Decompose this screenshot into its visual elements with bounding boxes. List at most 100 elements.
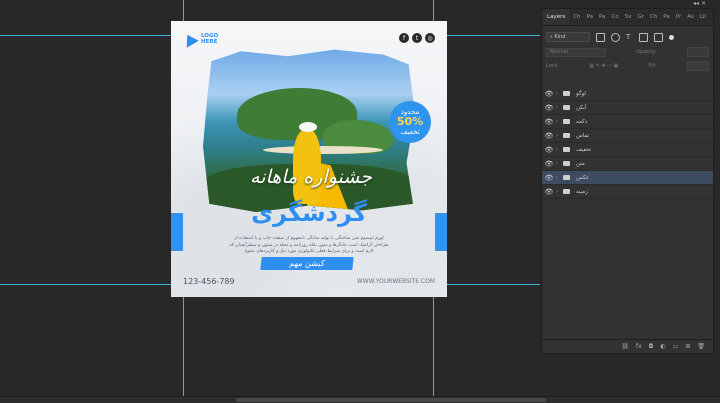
layer-row[interactable]: 👁 › تخفیف — [542, 143, 713, 157]
expand-arrow-icon[interactable]: › — [556, 161, 563, 167]
expand-arrow-icon[interactable]: › — [556, 119, 563, 125]
adjustment-icon[interactable]: ◐ — [660, 343, 665, 350]
layer-row[interactable]: 👁 › زمینه — [542, 185, 713, 199]
visibility-eye-icon[interactable]: 👁 — [542, 90, 556, 98]
visibility-eye-icon[interactable]: 👁 — [542, 160, 556, 168]
visibility-eye-icon[interactable]: 👁 — [542, 132, 556, 140]
panel-topbar: ◂◂ ✕ — [541, 0, 712, 8]
expand-arrow-icon[interactable]: › — [556, 91, 563, 97]
paper-plane-icon — [181, 30, 199, 48]
tab-libraries[interactable]: Lil — [697, 14, 709, 20]
expand-arrow-icon[interactable]: › — [556, 147, 563, 153]
group-folder-icon[interactable]: ▭ — [673, 343, 679, 350]
woman-hat — [299, 122, 317, 132]
instagram-icon: ◎ — [425, 33, 435, 43]
layer-row[interactable]: 👁 › آیکن — [542, 101, 713, 115]
body-text: لورم ایپسوم متن ساختگی با تولید سادگی نا… — [229, 236, 389, 254]
layer-row[interactable]: 👁 › تماس — [542, 129, 713, 143]
folder-icon — [563, 175, 570, 180]
tab-paths[interactable]: Pa — [584, 14, 596, 20]
shape-filter-icon[interactable] — [639, 32, 648, 42]
visibility-eye-icon[interactable]: 👁 — [542, 118, 556, 126]
layers-list: 👁 › لوگو 👁 › آیکن 👁 › دکمه 👁 › تماس 👁 › — [542, 87, 713, 199]
layer-row[interactable]: 👁 › لوگو — [542, 87, 713, 101]
opacity-field[interactable] — [687, 47, 709, 57]
smart-object-filter-icon[interactable] — [654, 32, 663, 42]
fx-icon[interactable]: fx — [636, 343, 642, 350]
layer-name: تخفیف — [576, 146, 592, 153]
tab-gradients[interactable]: Gr — [634, 14, 647, 20]
blend-row: Normal Opacity: — [542, 45, 713, 59]
tab-swatches[interactable]: Sv — [622, 14, 635, 20]
social-icons: f t ◎ — [399, 33, 435, 43]
layer-row-selected[interactable]: 👁 › عکس — [542, 171, 713, 185]
lock-row: Lock: ▦ ✎ ✥ ▭ ▣ Fill: — [542, 59, 713, 73]
layer-name: دکمه — [576, 118, 588, 125]
kind-filter-select[interactable]: ⌕ Kind — [546, 32, 590, 42]
scroll-thumb[interactable] — [236, 398, 546, 402]
layer-row[interactable]: 👁 › متن — [542, 157, 713, 171]
folder-icon — [563, 133, 570, 138]
filter-row: ⌕ Kind T — [542, 29, 713, 45]
layer-name: زمینه — [576, 188, 588, 195]
layers-panel: Layers Ch Pa Pa Co Sv Gr Ch Pa Pr As Lil… — [541, 8, 714, 354]
folder-icon — [563, 147, 570, 152]
tab-paragraph[interactable]: Pa — [596, 14, 608, 20]
cta-button: کیشن مهم — [260, 257, 354, 270]
adjustment-filter-icon[interactable] — [611, 32, 620, 42]
layer-name: عکس — [576, 174, 590, 181]
tab-properties[interactable]: Pr — [673, 14, 684, 20]
folder-icon — [563, 161, 570, 166]
website-url: WWW.YOURWEBSITE.COM — [356, 278, 435, 285]
kind-filter-label: Kind — [554, 34, 566, 40]
link-icon[interactable]: ⛓ — [621, 343, 629, 350]
fill-label: Fill: — [648, 63, 657, 69]
folder-icon — [563, 105, 570, 110]
canvas-area[interactable]: LOGO HERE f t ◎ محدود 50% تخفیف جشنواره … — [0, 0, 540, 396]
pixel-filter-icon[interactable] — [596, 32, 605, 42]
blend-mode-select[interactable]: Normal — [546, 47, 606, 57]
visibility-eye-icon[interactable]: 👁 — [542, 174, 556, 182]
tab-character[interactable]: Ch — [647, 14, 660, 20]
discount-badge: محدود 50% تخفیف — [389, 101, 431, 143]
trash-icon[interactable]: 🗑 — [697, 343, 705, 350]
expand-arrow-icon[interactable]: › — [556, 133, 563, 139]
expand-arrow-icon[interactable]: › — [556, 105, 563, 111]
folder-icon — [563, 91, 570, 96]
sandbar — [263, 146, 383, 154]
visibility-eye-icon[interactable]: 👁 — [542, 104, 556, 112]
script-title: جشنواره ماهانه — [250, 166, 372, 188]
twitter-icon: t — [412, 33, 422, 43]
expand-arrow-icon[interactable]: › — [556, 189, 563, 195]
fill-field[interactable] — [687, 61, 709, 71]
lock-icons[interactable]: ▦ ✎ ✥ ▭ ▣ — [589, 63, 618, 69]
tab-color[interactable]: Co — [608, 14, 621, 20]
expand-arrow-icon[interactable]: › — [556, 175, 563, 181]
badge-value: 50% — [396, 115, 424, 128]
document-canvas[interactable]: LOGO HERE f t ◎ محدود 50% تخفیف جشنواره … — [171, 21, 447, 297]
new-layer-icon[interactable]: ⊞ — [685, 343, 690, 350]
opacity-label: Opacity: — [636, 49, 657, 55]
filter-toggle-icon[interactable] — [669, 34, 674, 40]
type-filter-icon[interactable]: T — [626, 33, 633, 41]
panel-bottom-toolbar: ⛓ fx ◘ ◐ ▭ ⊞ 🗑 — [542, 339, 713, 353]
panel-tabs: Layers Ch Pa Pa Co Sv Gr Ch Pa Pr As Lil — [542, 9, 713, 26]
tab-channels[interactable]: Ch — [570, 14, 583, 20]
left-accent-bar — [171, 213, 183, 251]
collapse-icon[interactable]: ◂◂ ✕ — [693, 0, 706, 7]
right-accent-bar — [435, 213, 447, 251]
layer-name: آیکن — [576, 104, 587, 111]
mask-icon[interactable]: ◘ — [649, 343, 654, 350]
folder-icon — [563, 119, 570, 124]
visibility-eye-icon[interactable]: 👁 — [542, 188, 556, 196]
tab-assets[interactable]: As — [684, 14, 697, 20]
facebook-icon: f — [399, 33, 409, 43]
folder-icon — [563, 189, 570, 194]
visibility-eye-icon[interactable]: 👁 — [542, 146, 556, 154]
layer-name: متن — [576, 160, 585, 167]
layer-row[interactable]: 👁 › دکمه — [542, 115, 713, 129]
tab-layers[interactable]: Layers — [542, 9, 571, 25]
lock-label: Lock: — [546, 63, 560, 69]
tab-patterns[interactable]: Pa — [660, 14, 672, 20]
layer-name: لوگو — [576, 90, 586, 97]
